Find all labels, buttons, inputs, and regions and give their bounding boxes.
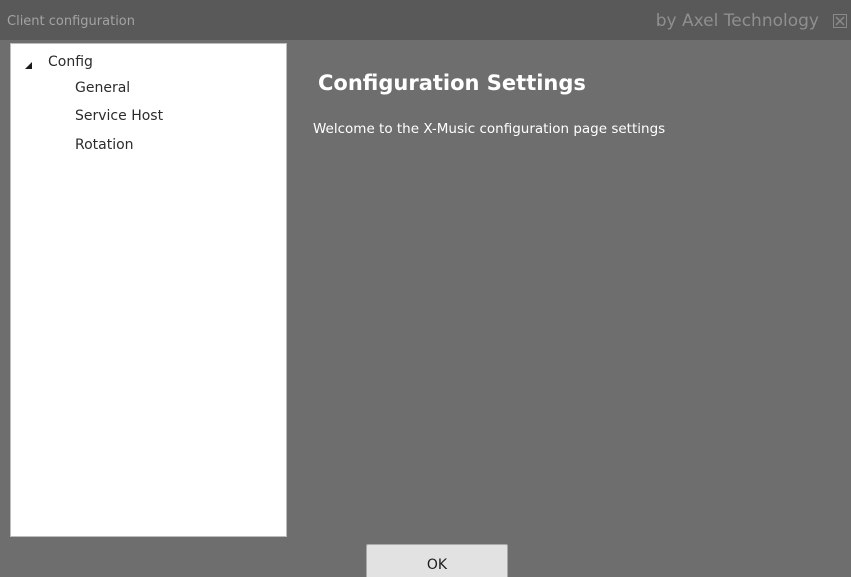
window-title: Client configuration	[7, 14, 136, 29]
tree-item-config[interactable]: Config	[23, 53, 93, 71]
tree-item-general[interactable]: General	[75, 80, 130, 96]
tree-item-label: Config	[48, 54, 93, 70]
client-configuration-window: Client configuration by Axel Technology …	[0, 0, 851, 577]
tree-item-service-host[interactable]: Service Host	[75, 108, 163, 124]
ok-button[interactable]: OK	[366, 544, 508, 577]
triangle-expanded-icon[interactable]	[23, 56, 35, 69]
config-tree[interactable]: Config General Service Host Rotation	[10, 43, 287, 537]
page-description: Welcome to the X-Music configuration pag…	[313, 121, 666, 137]
brand-label: by Axel Technology	[655, 11, 819, 31]
close-icon[interactable]	[833, 13, 847, 28]
tree-item-rotation[interactable]: Rotation	[75, 137, 134, 153]
page-title: Configuration Settings	[318, 71, 586, 95]
title-bar[interactable]: Client configuration by Axel Technology	[0, 0, 851, 40]
ok-button-label: OK	[426, 557, 448, 573]
